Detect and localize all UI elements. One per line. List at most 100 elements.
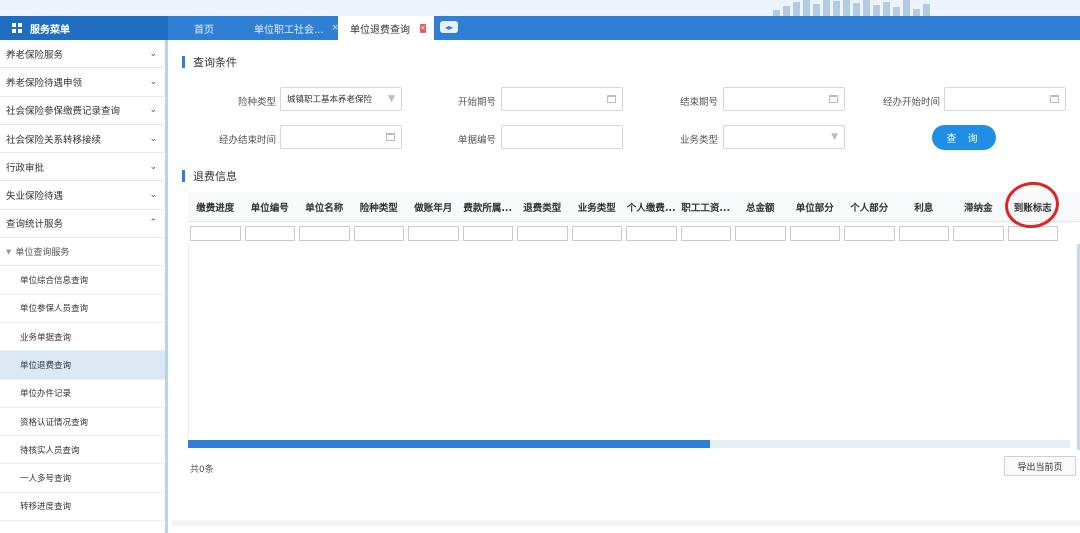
sidebar-sub-label: 单位参保人员查询 (20, 304, 89, 315)
query-conditions-heading: 查询条件 (182, 54, 237, 70)
column-header[interactable]: 单位部分 (788, 192, 843, 221)
chevron-down-icon: ⌄ (149, 133, 157, 144)
sidebar-sub-transfer-progress[interactable]: 转移进度查询 (0, 493, 165, 522)
sidebar-group-unit-query[interactable]: ▼ 单位查询服务 (0, 238, 165, 267)
chevron-down-icon: ⌄ (149, 190, 157, 201)
horizontal-scrollbar[interactable] (188, 440, 1070, 448)
column-header[interactable]: 滞纳金 (951, 192, 1006, 221)
section-accent-bar (182, 56, 185, 68)
sidebar-sub-label: 单位综合信息查询 (20, 276, 89, 287)
end-period-label: 结束期号 (679, 97, 718, 108)
column-filter-input[interactable] (898, 225, 949, 241)
column-header[interactable]: 利息 (897, 192, 952, 221)
column-filter-input[interactable] (789, 225, 840, 241)
sidebar-sub-insured-staff[interactable]: 单位参保人员查询 (0, 295, 165, 323)
chevron-down-icon: ⌄ (149, 105, 157, 116)
insurance-type-select[interactable]: 城镇职工基本养老保险 ▼ (280, 87, 402, 111)
column-filter-input[interactable] (408, 225, 459, 241)
chevron-down-icon: ⌄ (149, 76, 157, 87)
sidebar-sub-unit-info[interactable]: 单位综合信息查询 (0, 266, 165, 295)
tab-home-label: 首页 (194, 24, 214, 36)
close-icon[interactable]: × (420, 23, 426, 33)
insurance-type-label: 险种类型 (237, 97, 276, 108)
sidebar-sub-unit-refund[interactable]: 单位退费查询 (0, 351, 165, 380)
column-header[interactable]: 个人部分 (842, 192, 897, 221)
calendar-icon[interactable] (607, 95, 616, 103)
service-menu-header[interactable]: 服务菜单 (0, 16, 168, 40)
column-filter-input[interactable] (626, 225, 677, 241)
column-filter-input[interactable] (517, 225, 568, 241)
main-content: 查询条件 险种类型 城镇职工基本养老保险 ▼ 开始期号 结束期号 经办开始时间 … (172, 40, 1080, 533)
column-filter-input[interactable] (735, 225, 786, 241)
column-filter-input[interactable] (244, 225, 295, 241)
tab-more-icon[interactable]: ◂▸ (440, 21, 458, 33)
sidebar-item-label: 失业保险待遇 (6, 191, 64, 203)
scrollbar-thumb[interactable] (188, 440, 710, 448)
sidebar-item-pension-benefit-claim[interactable]: 养老保险待遇申领 ⌄ (0, 68, 165, 97)
sidebar-sub-pending-verify[interactable]: 待核实人员查询 (0, 436, 165, 465)
sidebar-sub-business-docs[interactable]: 业务单据查询 (0, 323, 165, 352)
column-filter-input[interactable] (462, 225, 513, 241)
column-filter-input[interactable] (571, 225, 622, 241)
tab-home[interactable]: 首页 (168, 16, 228, 40)
tab-bar: 首页 单位职工社会... × 单位退费查询 × ◂▸ (168, 16, 1080, 40)
sidebar-sub-label: 一人多号查询 (20, 474, 72, 485)
section-accent-bar (182, 170, 185, 182)
column-header[interactable]: 单位名称 (297, 192, 352, 221)
column-header[interactable]: 险种类型 (352, 192, 407, 221)
doc-no-label: 单据编号 (457, 135, 496, 146)
column-filter-input[interactable] (353, 225, 404, 241)
insurance-type-value: 城镇职工基本养老保险 (287, 95, 373, 105)
sidebar-sub-label: 待核实人员查询 (20, 445, 80, 456)
sidebar-sub-label: 资格认证情况查询 (20, 417, 89, 428)
column-header[interactable]: 业务类型 (570, 192, 625, 221)
column-header[interactable]: 缴费进度 (188, 192, 243, 221)
tab-unit-employee-social[interactable]: 单位职工社会... × (228, 16, 339, 40)
column-filter-input[interactable] (680, 225, 731, 241)
column-header[interactable]: 费款所属... (461, 192, 516, 221)
triangle-down-icon: ▼ (6, 247, 12, 256)
table-header: 缴费进度 单位编号 单位名称 险种类型 做账年月 费款所属... 退费类型 业务… (188, 192, 1080, 222)
column-header[interactable]: 职工工资... (679, 192, 734, 221)
dropdown-arrow-icon: ▼ (831, 132, 838, 142)
sidebar-item-pension-service[interactable]: 养老保险服务 ⌄ (0, 40, 165, 69)
column-filter-input[interactable] (953, 225, 1004, 241)
sidebar-item-contribution-record[interactable]: 社会保险参保缴费记录查询 ⌄ (0, 97, 165, 125)
sidebar-sub-qualification[interactable]: 资格认证情况查询 (0, 408, 165, 437)
biz-type-select[interactable]: ▼ (723, 125, 845, 149)
calendar-icon[interactable] (829, 95, 838, 103)
column-header[interactable]: 做账年月 (406, 192, 461, 221)
bottom-divider (172, 520, 1080, 526)
doc-no-input[interactable] (501, 125, 623, 149)
calendar-icon[interactable] (386, 133, 395, 141)
sidebar-item-label: 社会保险参保缴费记录查询 (6, 106, 121, 118)
column-header[interactable]: 总金额 (733, 192, 788, 221)
sidebar-sub-multi-number[interactable]: 一人多号查询 (0, 464, 165, 493)
header-skyline-decoration (773, 0, 930, 16)
column-filter-input[interactable] (299, 225, 350, 241)
sidebar-group-label: 单位查询服务 (15, 248, 70, 259)
sidebar-item-admin-approval[interactable]: 行政审批 ⌄ (0, 153, 165, 182)
export-current-page-button[interactable]: 导出当前页 (1004, 456, 1076, 476)
sidebar-sub-case-records[interactable]: 单位办件记录 (0, 380, 165, 408)
column-filter-input[interactable] (844, 225, 895, 241)
calendar-icon[interactable] (1050, 95, 1059, 103)
sidebar-item-query-stats[interactable]: 查询统计服务 ⌃ (0, 210, 165, 239)
column-header[interactable]: 退费类型 (515, 192, 570, 221)
end-period-input[interactable] (723, 87, 845, 111)
tab-unit-refund-query[interactable]: 单位退费查询 × (338, 16, 434, 40)
sidebar-item-unemployment[interactable]: 失业保险待遇 ⌄ (0, 181, 165, 210)
query-button[interactable]: 查 询 (932, 125, 996, 150)
handle-end-input[interactable] (280, 125, 402, 149)
chevron-up-icon: ⌃ (149, 218, 157, 229)
tab-unit-refund-query-label: 单位退费查询 (350, 24, 410, 36)
column-filter-input[interactable] (190, 225, 241, 241)
column-header[interactable]: 单位编号 (243, 192, 298, 221)
column-header[interactable]: 个人缴费... (624, 192, 679, 221)
start-period-input[interactable] (501, 87, 623, 111)
sidebar-item-label: 社会保险关系转移接续 (6, 134, 102, 146)
sidebar-item-transfer[interactable]: 社会保险关系转移接续 ⌄ (0, 125, 165, 154)
sidebar-item-label: 行政审批 (6, 162, 45, 174)
handle-start-label: 经办开始时间 (882, 97, 940, 108)
handle-start-input[interactable] (944, 87, 1066, 111)
